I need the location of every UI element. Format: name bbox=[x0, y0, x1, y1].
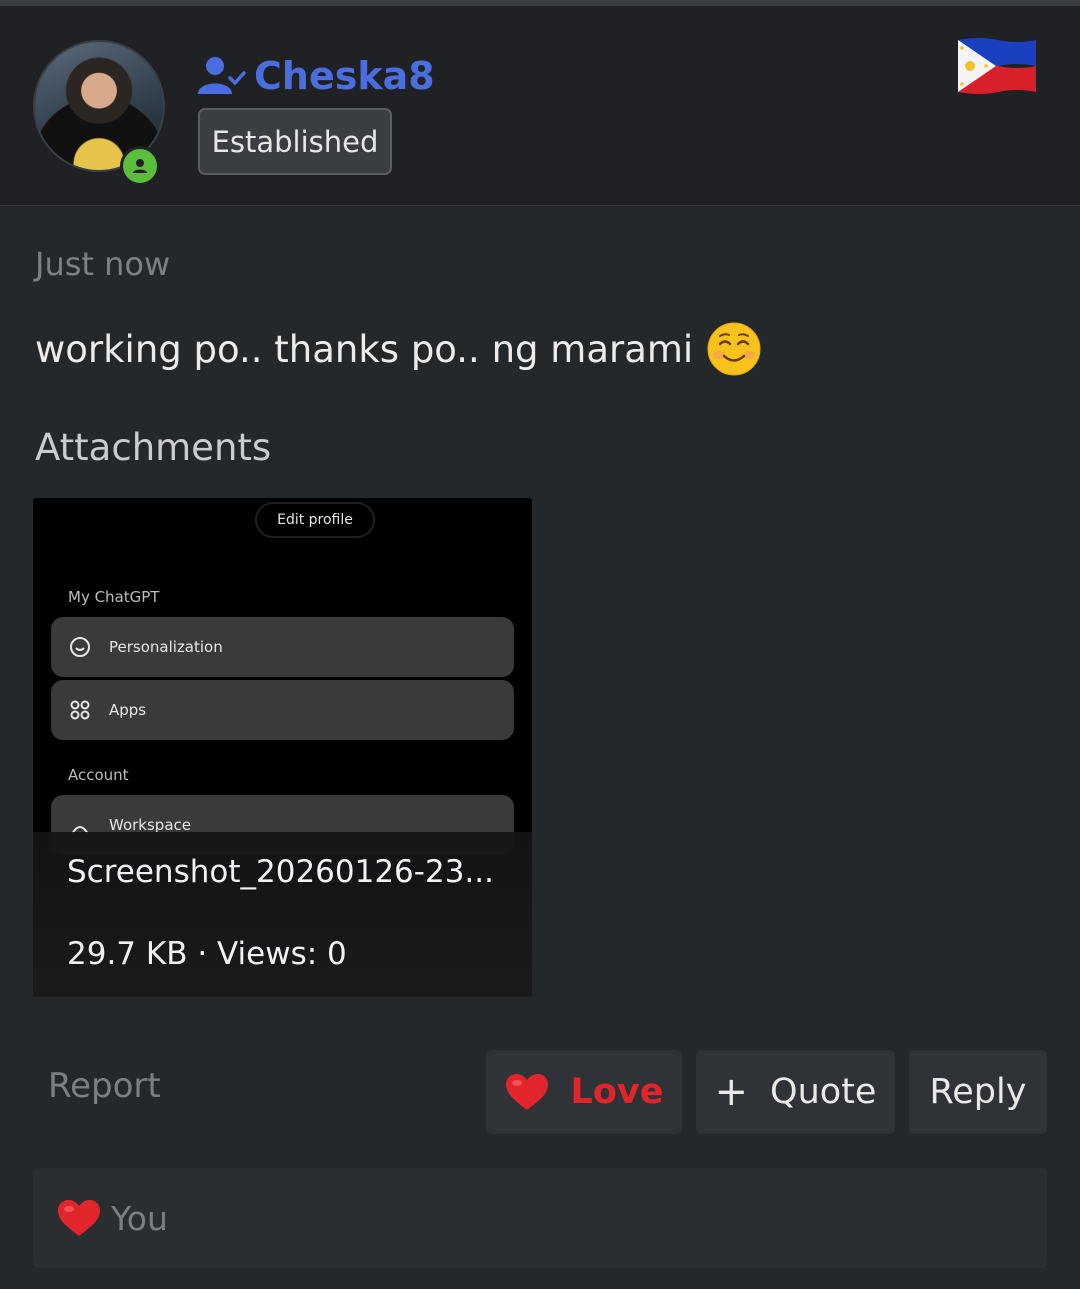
attachment-filename[interactable]: Screenshot_20260126-23... bbox=[67, 854, 494, 890]
preview-edit-profile: Edit profile bbox=[255, 502, 375, 538]
report-link[interactable]: Report bbox=[48, 1066, 161, 1106]
username[interactable]: Cheska8 bbox=[254, 54, 435, 98]
reactions-bar[interactable]: You bbox=[33, 1168, 1047, 1268]
reaction-user-label: You bbox=[111, 1198, 168, 1238]
philippines-flag-icon bbox=[958, 38, 1036, 94]
post-message: working po.. thanks po.. ng marami bbox=[35, 322, 761, 376]
reply-button[interactable]: Reply bbox=[909, 1050, 1047, 1134]
post-timestamp[interactable]: Just now bbox=[35, 245, 170, 283]
love-button[interactable]: Love bbox=[486, 1050, 682, 1134]
rank-badge: Established bbox=[198, 108, 392, 175]
username-row[interactable]: Cheska8 bbox=[198, 48, 435, 104]
attachment-thumbnail[interactable]: Edit profile My ChatGPT Personalization … bbox=[33, 498, 532, 997]
online-status-icon bbox=[120, 146, 160, 186]
preview-personalization-label: Personalization bbox=[109, 638, 223, 656]
preview-section-my: My ChatGPT bbox=[68, 588, 160, 606]
smile-circle-icon bbox=[70, 637, 90, 657]
quote-label: Quote bbox=[770, 1072, 877, 1112]
reply-label: Reply bbox=[929, 1072, 1027, 1112]
preview-item-apps: Apps bbox=[51, 680, 514, 740]
apps-grid-icon bbox=[70, 700, 90, 720]
quote-button[interactable]: + Quote bbox=[696, 1050, 895, 1134]
preview-item-personalization: Personalization bbox=[51, 617, 514, 677]
user-check-icon bbox=[198, 57, 246, 94]
post-author-header: Cheska8 Established bbox=[0, 6, 1080, 206]
post-message-text: working po.. thanks po.. ng marami bbox=[35, 327, 694, 371]
love-label: Love bbox=[570, 1072, 664, 1112]
plus-icon: + bbox=[714, 1069, 749, 1115]
heart-icon bbox=[58, 1200, 100, 1236]
attachments-heading: Attachments bbox=[35, 426, 272, 469]
smiling-face-emoji-icon bbox=[707, 322, 761, 376]
preview-section-account: Account bbox=[68, 766, 129, 784]
heart-icon bbox=[505, 1074, 548, 1110]
preview-apps-label: Apps bbox=[109, 701, 147, 719]
attachment-meta: 29.7 KB · Views: 0 bbox=[67, 936, 347, 972]
